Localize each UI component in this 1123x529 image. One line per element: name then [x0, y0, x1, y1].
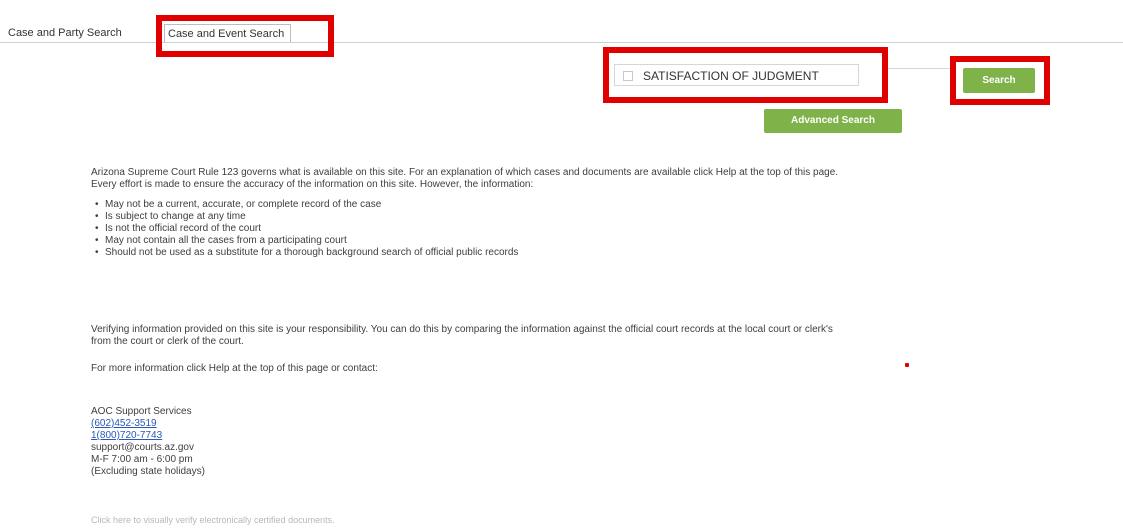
page: Case and Party Search Case and Event Sea… — [0, 0, 1123, 529]
phone-link-2[interactable]: 1(800)720-7743 — [91, 430, 162, 441]
tab-case-and-party-search[interactable]: Case and Party Search — [8, 26, 122, 41]
list-item: Should not be used as a substitute for a… — [95, 247, 1123, 259]
highlight-box-search-button — [950, 56, 1050, 105]
verify-line-1: Verifying information provided on this s… — [91, 324, 833, 335]
list-item: Is subject to change at any time — [95, 211, 1123, 223]
verify-documents-link[interactable]: Click here to visually verify electronic… — [91, 515, 335, 525]
list-item: May not contain all the cases from a par… — [95, 235, 1123, 247]
contact-note: (Excluding state holidays) — [91, 466, 205, 477]
advanced-search-button[interactable]: Advanced Search — [764, 109, 902, 133]
verify-line-2: from the court or clerk of the court. — [91, 336, 244, 347]
more-info-text: For more information click Help at the t… — [91, 363, 378, 374]
input-underline — [888, 68, 950, 69]
contact-org: AOC Support Services — [91, 406, 192, 417]
disclaimer-content: Arizona Supreme Court Rule 123 governs w… — [91, 167, 1123, 477]
intro-line-1: Arizona Supreme Court Rule 123 governs w… — [91, 167, 839, 178]
intro-line-2: Every effort is made to ensure the accur… — [91, 179, 534, 190]
disclaimer-list: May not be a current, accurate, or compl… — [91, 199, 1123, 259]
contact-hours: M-F 7:00 am - 6:00 pm — [91, 454, 193, 465]
red-marker — [905, 363, 909, 367]
highlight-box-tab — [156, 15, 334, 57]
contact-email: support@courts.az.gov — [91, 442, 194, 453]
contact-block: AOC Support Services (602)452-3519 1(800… — [91, 406, 205, 478]
phone-link-1[interactable]: (602)452-3519 — [91, 418, 157, 429]
verify-paragraph: Verifying information provided on this s… — [91, 324, 833, 348]
list-item: May not be a current, accurate, or compl… — [95, 199, 1123, 211]
highlight-box-search-input — [603, 47, 888, 103]
list-item: Is not the official record of the court — [95, 223, 1123, 235]
